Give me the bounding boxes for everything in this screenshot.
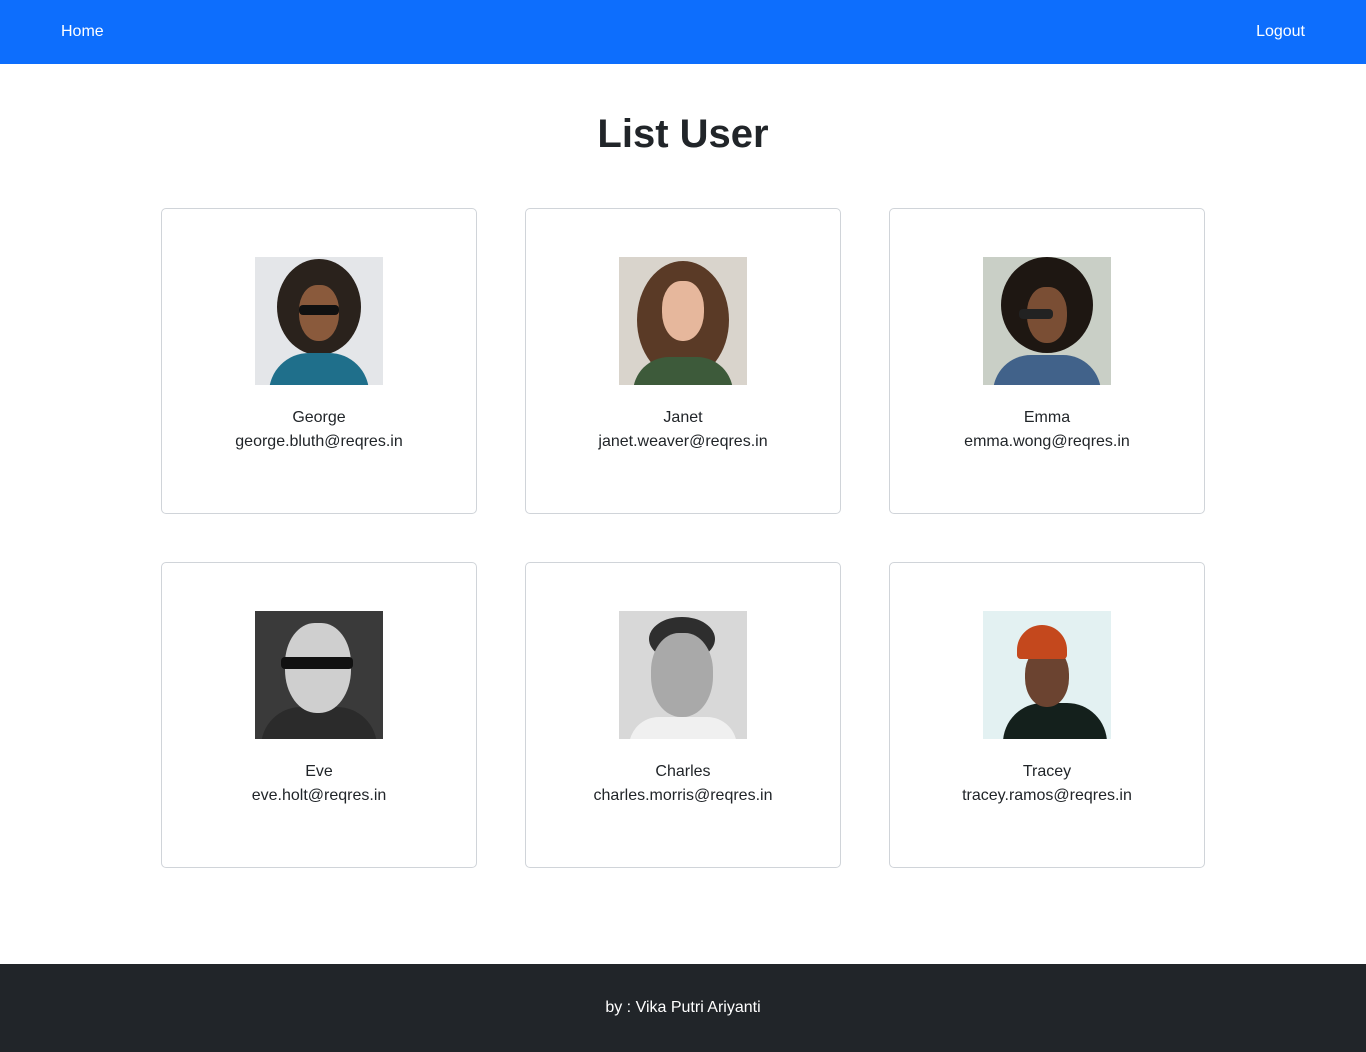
user-name: Tracey <box>1022 763 1072 780</box>
user-card: Janet janet.weaver@reqres.in <box>525 208 841 514</box>
user-avatar <box>255 611 383 739</box>
user-avatar <box>983 257 1111 385</box>
logout-link[interactable]: Logout <box>1256 23 1305 41</box>
user-avatar <box>255 257 383 385</box>
user-email: charles.morris@reqres.in <box>593 787 773 804</box>
user-card: George george.bluth@reqres.in <box>161 208 477 514</box>
page-title: List User <box>597 112 769 156</box>
user-card-grid: George george.bluth@reqres.in Janet jane… <box>161 208 1205 868</box>
user-name: Eve <box>305 763 333 780</box>
footer-credit: by : Vika Putri Ariyanti <box>605 999 761 1016</box>
user-email: george.bluth@reqres.in <box>235 433 403 450</box>
user-email: eve.holt@reqres.in <box>251 787 387 804</box>
top-navbar: Home Logout <box>0 0 1366 64</box>
user-avatar <box>619 257 747 385</box>
user-name: Charles <box>655 763 711 780</box>
user-card: Emma emma.wong@reqres.in <box>889 208 1205 514</box>
user-card: Tracey tracey.ramos@reqres.in <box>889 562 1205 868</box>
user-avatar <box>983 611 1111 739</box>
user-email: tracey.ramos@reqres.in <box>962 787 1132 804</box>
user-avatar <box>619 611 747 739</box>
user-email: emma.wong@reqres.in <box>964 433 1130 450</box>
page-footer: by : Vika Putri Ariyanti <box>0 964 1366 1052</box>
home-link[interactable]: Home <box>61 23 104 41</box>
user-card: Eve eve.holt@reqres.in <box>161 562 477 868</box>
user-email: janet.weaver@reqres.in <box>598 433 768 450</box>
user-name: Janet <box>663 409 703 426</box>
user-card: Charles charles.morris@reqres.in <box>525 562 841 868</box>
user-name: George <box>292 409 346 426</box>
user-name: Emma <box>1023 409 1071 426</box>
